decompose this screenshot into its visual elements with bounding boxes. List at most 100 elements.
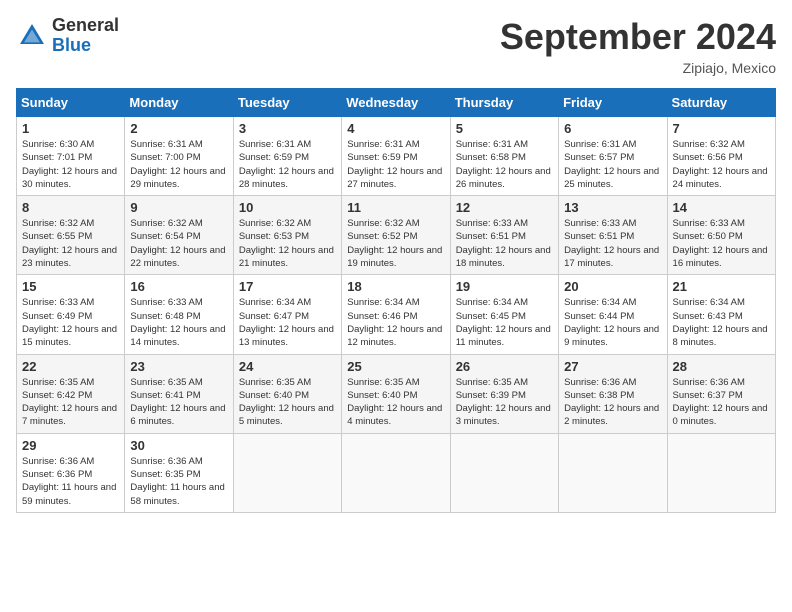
day-info: Sunrise: 6:32 AMSunset: 6:52 PMDaylight:…: [347, 217, 444, 270]
day-number: 28: [673, 359, 770, 374]
calendar-header-thursday: Thursday: [450, 89, 558, 117]
calendar-cell: [233, 433, 341, 512]
location: Zipiajo, Mexico: [500, 60, 776, 76]
calendar-cell: 2Sunrise: 6:31 AMSunset: 7:00 PMDaylight…: [125, 117, 233, 196]
calendar-cell: 11 Sunrise: 6:32 AMSunset: 6:52 PMDayligh…: [342, 196, 450, 275]
calendar-cell: 7Sunrise: 6:32 AMSunset: 6:56 PMDaylight…: [667, 117, 775, 196]
day-info: Sunrise: 6:35 AMSunset: 6:40 PMDaylight:…: [347, 376, 444, 429]
calendar-cell: 22 Sunrise: 6:35 AMSunset: 6:42 PMDayligh…: [17, 354, 125, 433]
calendar-cell: 5 Sunrise: 6:31 AMSunset: 6:58 PMDaylight…: [450, 117, 558, 196]
calendar-cell: 6 Sunrise: 6:31 AMSunset: 6:57 PMDaylight…: [559, 117, 667, 196]
calendar-cell: [342, 433, 450, 512]
day-number: 11: [347, 200, 444, 215]
calendar-header-friday: Friday: [559, 89, 667, 117]
day-number: 13: [564, 200, 661, 215]
calendar-cell: [667, 433, 775, 512]
day-info: Sunrise: 6:34 AMSunset: 6:44 PMDaylight:…: [564, 296, 661, 349]
day-info: Sunrise: 6:33 AMSunset: 6:49 PMDaylight:…: [22, 296, 119, 349]
calendar-cell: 13 Sunrise: 6:33 AMSunset: 6:51 PMDayligh…: [559, 196, 667, 275]
day-number: 8: [22, 200, 119, 215]
logo-icon: [16, 20, 48, 52]
calendar-cell: 4Sunrise: 6:31 AMSunset: 6:59 PMDaylight…: [342, 117, 450, 196]
calendar-cell: 17Sunrise: 6:34 AMSunset: 6:47 PMDayligh…: [233, 275, 341, 354]
day-number: 29: [22, 438, 119, 453]
day-info: Sunrise: 6:31 AMSunset: 6:59 PMDaylight:…: [239, 138, 336, 191]
calendar-cell: 19 Sunrise: 6:34 AMSunset: 6:45 PMDayligh…: [450, 275, 558, 354]
calendar-header-wednesday: Wednesday: [342, 89, 450, 117]
calendar-cell: 10 Sunrise: 6:32 AMSunset: 6:53 PMDayligh…: [233, 196, 341, 275]
day-info: Sunrise: 6:32 AMSunset: 6:53 PMDaylight:…: [239, 217, 336, 270]
month-title: September 2024: [500, 16, 776, 58]
calendar-cell: [450, 433, 558, 512]
day-info: Sunrise: 6:36 AMSunset: 6:38 PMDaylight:…: [564, 376, 661, 429]
day-number: 25: [347, 359, 444, 374]
calendar-cell: 8 Sunrise: 6:32 AMSunset: 6:55 PMDaylight…: [17, 196, 125, 275]
day-number: 23: [130, 359, 227, 374]
day-info: Sunrise: 6:31 AMSunset: 6:57 PMDaylight:…: [564, 138, 661, 191]
day-number: 21: [673, 279, 770, 294]
calendar: SundayMondayTuesdayWednesdayThursdayFrid…: [16, 88, 776, 513]
day-info: Sunrise: 6:35 AMSunset: 6:39 PMDaylight:…: [456, 376, 553, 429]
calendar-cell: 26 Sunrise: 6:35 AMSunset: 6:39 PMDayligh…: [450, 354, 558, 433]
day-number: 9: [130, 200, 227, 215]
day-info: Sunrise: 6:30 AMSunset: 7:01 PMDaylight:…: [22, 138, 119, 191]
day-info: Sunrise: 6:34 AMSunset: 6:45 PMDaylight:…: [456, 296, 553, 349]
calendar-header-saturday: Saturday: [667, 89, 775, 117]
calendar-cell: [559, 433, 667, 512]
day-number: 20: [564, 279, 661, 294]
calendar-cell: 20 Sunrise: 6:34 AMSunset: 6:44 PMDayligh…: [559, 275, 667, 354]
day-number: 12: [456, 200, 553, 215]
day-number: 26: [456, 359, 553, 374]
day-info: Sunrise: 6:33 AMSunset: 6:51 PMDaylight:…: [456, 217, 553, 270]
day-info: Sunrise: 6:33 AMSunset: 6:51 PMDaylight:…: [564, 217, 661, 270]
day-number: 18: [347, 279, 444, 294]
day-info: Sunrise: 6:35 AMSunset: 6:42 PMDaylight:…: [22, 376, 119, 429]
calendar-cell: 29 Sunrise: 6:36 AMSunset: 6:36 PMDayligh…: [17, 433, 125, 512]
day-number: 27: [564, 359, 661, 374]
day-info: Sunrise: 6:36 AMSunset: 6:35 PMDaylight:…: [130, 455, 227, 508]
calendar-cell: 30 Sunrise: 6:36 AMSunset: 6:35 PMDayligh…: [125, 433, 233, 512]
day-info: Sunrise: 6:35 AMSunset: 6:41 PMDaylight:…: [130, 376, 227, 429]
day-number: 19: [456, 279, 553, 294]
day-number: 1: [22, 121, 119, 136]
day-info: Sunrise: 6:31 AMSunset: 6:58 PMDaylight:…: [456, 138, 553, 191]
day-number: 7: [673, 121, 770, 136]
day-info: Sunrise: 6:34 AMSunset: 6:46 PMDaylight:…: [347, 296, 444, 349]
calendar-header-sunday: Sunday: [17, 89, 125, 117]
day-info: Sunrise: 6:34 AMSunset: 6:47 PMDaylight:…: [239, 296, 336, 349]
calendar-header-row: SundayMondayTuesdayWednesdayThursdayFrid…: [17, 89, 776, 117]
calendar-cell: 14Sunrise: 6:33 AMSunset: 6:50 PMDayligh…: [667, 196, 775, 275]
day-info: Sunrise: 6:33 AMSunset: 6:48 PMDaylight:…: [130, 296, 227, 349]
calendar-body: 1 Sunrise: 6:30 AMSunset: 7:01 PMDaylight…: [17, 117, 776, 513]
calendar-cell: 18 Sunrise: 6:34 AMSunset: 6:46 PMDayligh…: [342, 275, 450, 354]
week-row-1: 1 Sunrise: 6:30 AMSunset: 7:01 PMDaylight…: [17, 117, 776, 196]
calendar-header-tuesday: Tuesday: [233, 89, 341, 117]
day-info: Sunrise: 6:32 AMSunset: 6:55 PMDaylight:…: [22, 217, 119, 270]
day-number: 22: [22, 359, 119, 374]
day-number: 6: [564, 121, 661, 136]
calendar-cell: 1 Sunrise: 6:30 AMSunset: 7:01 PMDaylight…: [17, 117, 125, 196]
logo-general: General: [52, 16, 119, 36]
logo: General Blue: [16, 16, 119, 56]
day-info: Sunrise: 6:31 AMSunset: 7:00 PMDaylight:…: [130, 138, 227, 191]
calendar-cell: 16Sunrise: 6:33 AMSunset: 6:48 PMDayligh…: [125, 275, 233, 354]
calendar-cell: 21 Sunrise: 6:34 AMSunset: 6:43 PMDayligh…: [667, 275, 775, 354]
logo-text: General Blue: [52, 16, 119, 56]
calendar-cell: 24Sunrise: 6:35 AMSunset: 6:40 PMDayligh…: [233, 354, 341, 433]
calendar-cell: 15 Sunrise: 6:33 AMSunset: 6:49 PMDayligh…: [17, 275, 125, 354]
day-info: Sunrise: 6:32 AMSunset: 6:54 PMDaylight:…: [130, 217, 227, 270]
day-number: 5: [456, 121, 553, 136]
day-info: Sunrise: 6:36 AMSunset: 6:37 PMDaylight:…: [673, 376, 770, 429]
day-number: 10: [239, 200, 336, 215]
calendar-cell: 27 Sunrise: 6:36 AMSunset: 6:38 PMDayligh…: [559, 354, 667, 433]
day-info: Sunrise: 6:33 AMSunset: 6:50 PMDaylight:…: [673, 217, 770, 270]
day-number: 15: [22, 279, 119, 294]
calendar-cell: 25 Sunrise: 6:35 AMSunset: 6:40 PMDayligh…: [342, 354, 450, 433]
day-info: Sunrise: 6:34 AMSunset: 6:43 PMDaylight:…: [673, 296, 770, 349]
day-info: Sunrise: 6:35 AMSunset: 6:40 PMDaylight:…: [239, 376, 336, 429]
day-info: Sunrise: 6:36 AMSunset: 6:36 PMDaylight:…: [22, 455, 119, 508]
day-number: 30: [130, 438, 227, 453]
week-row-3: 15 Sunrise: 6:33 AMSunset: 6:49 PMDayligh…: [17, 275, 776, 354]
calendar-header-monday: Monday: [125, 89, 233, 117]
day-number: 3: [239, 121, 336, 136]
